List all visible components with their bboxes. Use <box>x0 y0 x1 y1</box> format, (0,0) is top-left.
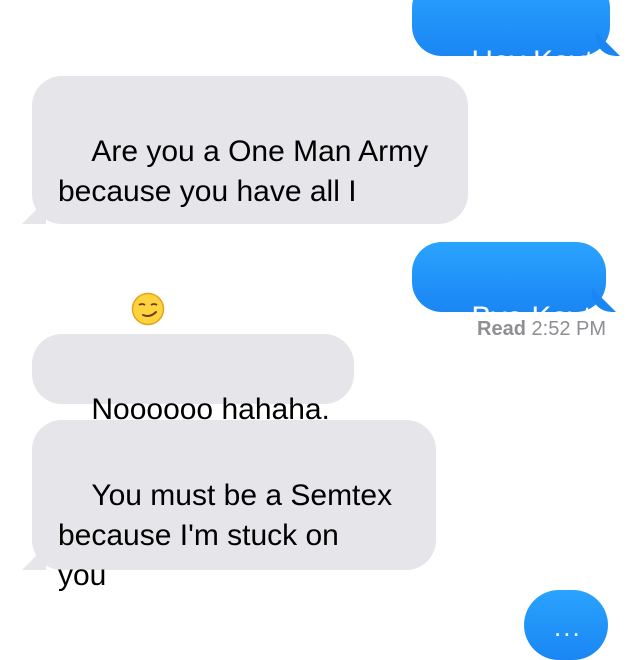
received-message-bubble[interactable]: Are you a One Man Army because you have … <box>32 76 468 367</box>
smirk-emoji-icon <box>131 212 165 326</box>
read-receipt: Read 2:52 PM <box>477 318 606 341</box>
sent-message-bubble[interactable]: Hey Kayt <box>412 0 610 78</box>
read-label: Read <box>477 318 526 340</box>
message-text: Are you a One Man Army because you have … <box>58 135 429 367</box>
sent-message-bubble[interactable]: Bye Kayt <box>412 242 606 334</box>
message-text: Hey Kayt <box>471 45 594 78</box>
received-message-bubble[interactable]: Noooooo hahaha. <box>32 334 354 426</box>
message-text: You must be a Semtex because I'm stuck o… <box>58 479 393 592</box>
received-message-bubble[interactable]: You must be a Semtex because I'm stuck o… <box>32 420 436 592</box>
read-time: 2:52 PM <box>531 318 606 340</box>
typing-dots-icon: ... <box>554 612 582 642</box>
